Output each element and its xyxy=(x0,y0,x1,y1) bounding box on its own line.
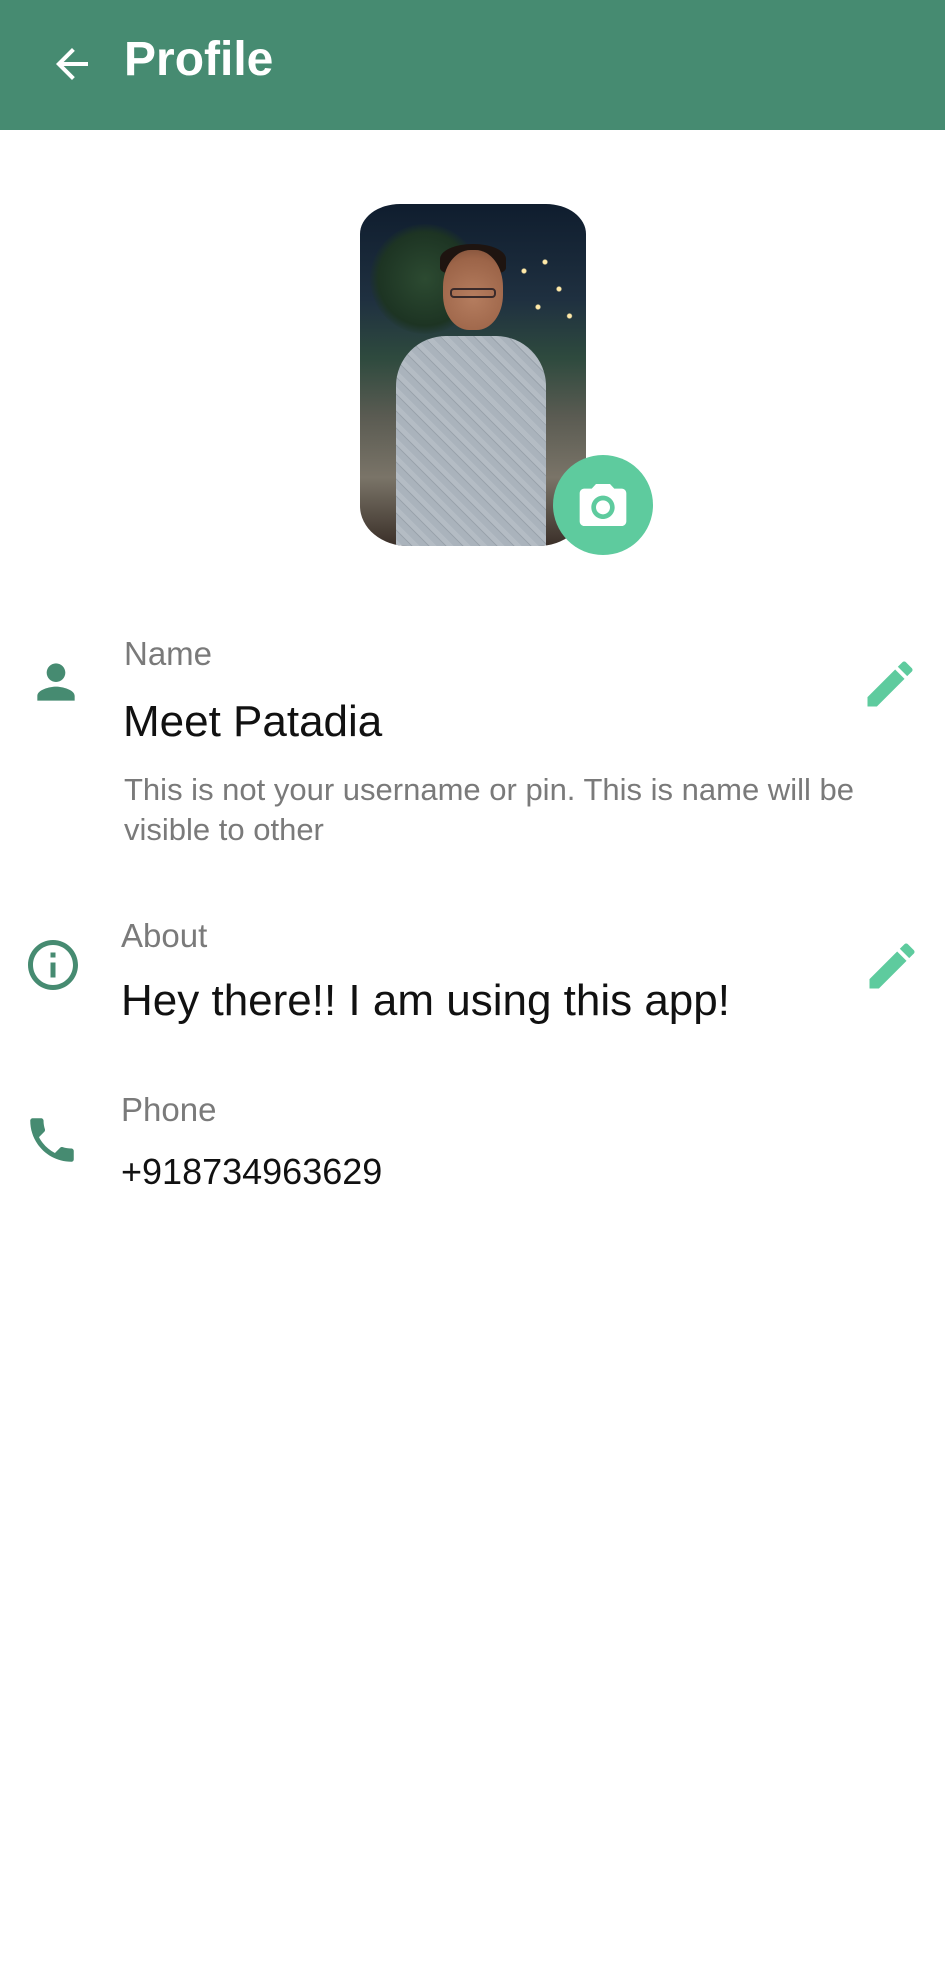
about-label: About xyxy=(121,917,208,954)
name-row-icon xyxy=(26,652,86,712)
about-row-icon xyxy=(22,934,84,996)
name-value: Meet Patadia xyxy=(123,697,383,746)
pencil-icon xyxy=(869,943,915,989)
back-button[interactable] xyxy=(40,32,104,96)
app-bar: Profile xyxy=(0,0,945,130)
name-label: Name xyxy=(124,635,213,672)
change-photo-button[interactable] xyxy=(553,455,653,555)
phone-icon xyxy=(30,1118,74,1162)
camera-icon xyxy=(579,484,627,526)
about-value: Hey there!! I am using this app! xyxy=(121,976,730,1025)
pencil-icon xyxy=(867,661,913,707)
profile-photo-container xyxy=(360,204,586,546)
edit-name-button[interactable] xyxy=(858,652,922,716)
page-title: Profile xyxy=(124,33,274,86)
phone-value: +918734963629 xyxy=(121,1151,383,1192)
phone-row-icon xyxy=(22,1110,82,1170)
arrow-back-icon xyxy=(56,48,88,80)
person-icon xyxy=(37,663,75,701)
profile-photo[interactable] xyxy=(360,204,586,546)
info-icon xyxy=(28,940,78,990)
phone-label: Phone xyxy=(121,1091,217,1128)
name-hint: This is not your username or pin. This i… xyxy=(124,772,854,847)
edit-about-button[interactable] xyxy=(860,934,924,998)
